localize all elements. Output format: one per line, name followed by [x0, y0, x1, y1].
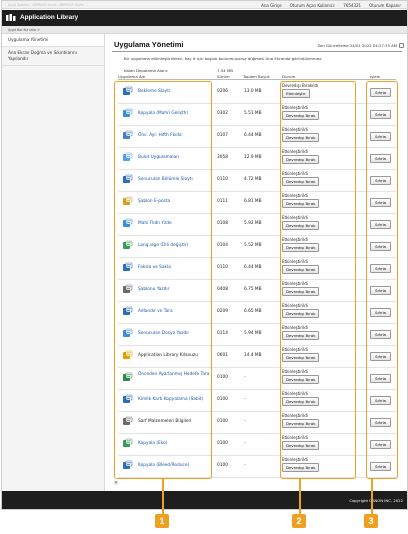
remaining-storage-value: 7.54 MB: [217, 68, 233, 73]
description-text: Bir uygulama etkinleştirilirken, kaç it …: [124, 56, 323, 61]
app-size: 14.4 MB: [244, 353, 262, 358]
breadcrumb: Aygıt Bar Kurumsı >: [2, 26, 407, 34]
app-size: 6.44 MB: [244, 265, 262, 270]
remaining-storage-label: Kalan Depolama Alanı:: [124, 68, 169, 73]
callout-badge-2: 2: [292, 514, 306, 528]
app-size: 6.75 MB: [244, 287, 262, 292]
home-link[interactable]: Ana Girişe: [261, 3, 282, 8]
callout-line-2: [299, 479, 301, 514]
app-version: 0107: [217, 133, 228, 138]
user-label: Oturum Açan Kullanıcı:: [289, 2, 336, 8]
callout-line-1: [162, 479, 164, 514]
callout-badge-3: 3: [364, 514, 378, 528]
top-bar: Aygıt Ayarları › IMPRESS Sayfa › IMPRESS…: [2, 1, 407, 9]
last-update: Son Güncelleme 24/01 2022 04:27:33 AM: [318, 43, 404, 48]
app-size: 6.65 MB: [244, 309, 262, 314]
app-version: 0206: [217, 89, 228, 94]
app-size: 5.94 MB: [244, 331, 262, 336]
highlight-status: [280, 81, 356, 479]
app-size: 5.92 MB: [244, 221, 262, 226]
copyright-text: Copyright CANON INC. 2022: [349, 498, 403, 503]
user-id: 7654321: [343, 2, 362, 8]
sidebar-item-app-management[interactable]: Uygulama Yönetimi: [2, 34, 104, 47]
app-title: Application Library: [20, 14, 79, 21]
app-version: 0100: [217, 463, 228, 468]
footer: Copyright CANON INC. 2022: [2, 491, 407, 509]
top-url: Aygıt Ayarları › IMPRESS Sayfa › IMPRESS…: [8, 2, 84, 7]
refresh-icon[interactable]: [399, 43, 404, 48]
app-size: -: [244, 375, 246, 380]
top-links: Ana Girişe Oturum Açan Kullanıcı: 765432…: [261, 3, 401, 8]
app-size: 5.52 MB: [244, 243, 262, 248]
close-icon[interactable]: ×: [114, 480, 118, 486]
breadcrumb-text[interactable]: Aygıt Bar Kurumsı >: [8, 28, 40, 32]
callout-line-3: [371, 479, 373, 514]
app-size: 12.9 MB: [244, 155, 262, 160]
app-version: 0100: [217, 419, 228, 424]
app-window: Aygıt Ayarları › IMPRESS Sayfa › IMPRESS…: [1, 0, 408, 510]
app-size: 5.51 MB: [244, 111, 262, 116]
sidebar: Uygulama Yönetimi Ana Ekran Doğma ve Sık…: [2, 34, 105, 491]
app-size: 6.44 MB: [244, 133, 262, 138]
app-version: 0601: [217, 353, 228, 358]
callout-badge-1: 1: [155, 514, 169, 528]
header-divider: [118, 79, 396, 80]
app-version: 0100: [217, 397, 228, 402]
app-library-logo-icon: [6, 14, 16, 21]
last-update-text: Son Güncelleme 24/01 2022 04:27:33 AM: [317, 43, 397, 48]
app-version: 0408: [217, 287, 228, 292]
app-size: -: [244, 441, 246, 446]
app-version: 0209: [217, 309, 228, 314]
app-size: 6.81 MB: [244, 199, 262, 204]
app-size: -: [244, 419, 246, 424]
app-size: -: [244, 463, 246, 468]
page-title: Uygulama Yönetimi: [114, 40, 184, 49]
highlight-app-names: [114, 81, 212, 479]
title-bar: Application Library: [2, 10, 407, 26]
sidebar-item-home-screen-config[interactable]: Ana Ekran Doğma ve Sıkıntılarını Yapılan…: [2, 47, 104, 66]
app-version: 0104: [217, 243, 228, 248]
app-size: -: [244, 397, 246, 402]
title-divider: [112, 51, 402, 52]
app-version: 0110: [217, 265, 228, 270]
app-version: 0114: [217, 331, 228, 336]
app-size: 4.72 MB: [244, 177, 262, 182]
app-version: 0111: [217, 199, 228, 204]
app-version: 0100: [217, 375, 228, 380]
app-size: 13.0 MB: [244, 89, 262, 94]
app-version: 0100: [217, 441, 228, 446]
app-version: 0108: [217, 221, 228, 226]
app-version: 3058: [217, 155, 228, 160]
highlight-actions: [366, 81, 398, 479]
app-version: 0302: [217, 111, 228, 116]
main-panel: Uygulama Yönetimi Son Güncelleme 24/01 2…: [106, 34, 406, 491]
app-version: 0110: [217, 177, 228, 182]
logout-link[interactable]: Oturum Kapanır: [369, 3, 401, 8]
